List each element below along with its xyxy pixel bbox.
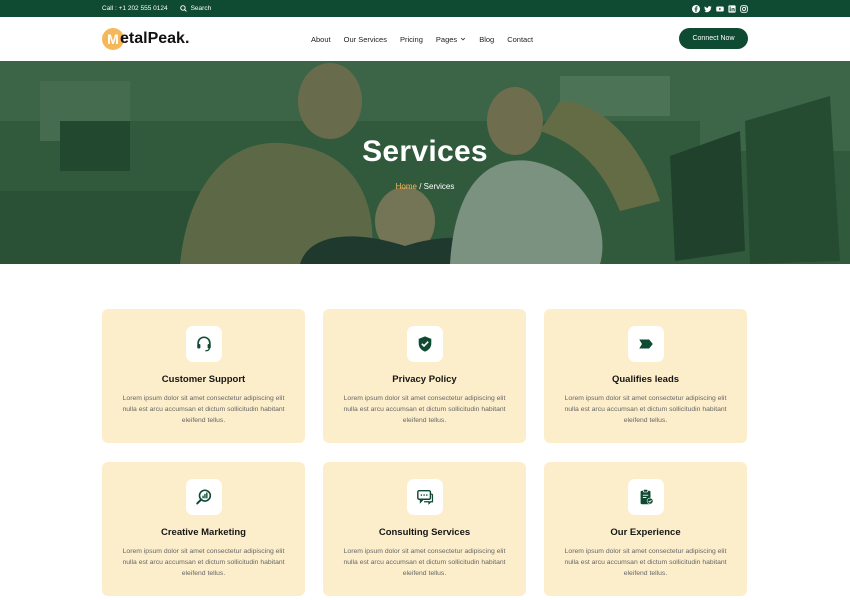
service-icon-box — [407, 326, 443, 362]
connect-now-button[interactable]: Connect Now — [679, 28, 748, 49]
service-description: Lorem ipsum dolor sit amet consectetur a… — [564, 395, 727, 424]
chat-bubbles-icon — [417, 489, 434, 505]
nav-pages[interactable]: Pages — [436, 35, 466, 44]
service-description: Lorem ipsum dolor sit amet consectetur a… — [122, 395, 285, 424]
service-title: Our Experience — [610, 527, 681, 538]
service-card[interactable]: Qualifies leads Lorem ipsum dolor sit am… — [544, 309, 747, 443]
site-header: M etalPeak. About Our Services Pricing P… — [0, 17, 850, 61]
search-label: Search — [190, 5, 212, 12]
phone-contact[interactable]: Call : +1 202 555 0124 — [102, 5, 168, 12]
youtube-icon[interactable] — [716, 5, 724, 13]
nav-about[interactable]: About — [311, 35, 331, 44]
page-title: Services — [362, 135, 488, 168]
service-card[interactable]: Customer Support Lorem ipsum dolor sit a… — [102, 309, 305, 443]
nav-blog[interactable]: Blog — [479, 35, 494, 44]
breadcrumb-separator: / — [416, 182, 424, 191]
service-title: Privacy Policy — [392, 374, 457, 385]
service-title: Customer Support — [161, 374, 246, 385]
magnifier-chart-icon — [196, 489, 212, 505]
service-title: Qualifies leads — [611, 374, 680, 385]
breadcrumb-current: Services — [423, 182, 455, 191]
social-links — [692, 0, 748, 17]
nav-pages-label: Pages — [435, 34, 458, 44]
headset-icon — [197, 336, 211, 352]
service-title: Creative Marketing — [160, 527, 246, 538]
breadcrumb: Home / Services — [0, 182, 850, 191]
service-card[interactable]: Consulting Services Lorem ipsum dolor si… — [323, 462, 526, 596]
page-hero: Services Home / Services — [0, 61, 850, 264]
logo-text: etalPeak. — [120, 30, 190, 47]
service-title: Consulting Services — [378, 527, 471, 538]
service-description: Lorem ipsum dolor sit amet consectetur a… — [343, 548, 506, 577]
service-icon-box — [186, 479, 222, 515]
clipboard-check-icon — [640, 488, 654, 505]
site-logo[interactable]: M etalPeak. — [102, 27, 189, 51]
service-card[interactable]: Creative Marketing Lorem ipsum dolor sit… — [102, 462, 305, 596]
nav-contact[interactable]: Contact — [507, 35, 533, 44]
nav-our-services[interactable]: Our Services — [344, 35, 387, 44]
service-description: Lorem ipsum dolor sit amet consectetur a… — [564, 548, 727, 577]
facebook-icon[interactable] — [692, 4, 700, 13]
search-icon — [179, 5, 187, 12]
service-description: Lorem ipsum dolor sit amet consectetur a… — [122, 548, 285, 577]
main-nav: About Our Services Pricing Pages Blog Co… — [311, 17, 533, 61]
shield-check-icon — [418, 336, 432, 352]
nav-pricing[interactable]: Pricing — [400, 35, 423, 44]
service-description: Lorem ipsum dolor sit amet consectetur a… — [343, 395, 506, 424]
instagram-icon[interactable] — [740, 4, 748, 13]
twitter-icon[interactable] — [704, 5, 712, 13]
service-card[interactable]: Our Experience Lorem ipsum dolor sit ame… — [544, 462, 747, 596]
service-icon-box — [186, 326, 222, 362]
top-bar: Call : +1 202 555 0124 Search — [0, 0, 850, 17]
service-card[interactable]: Privacy Policy Lorem ipsum dolor sit ame… — [323, 309, 526, 443]
linkedin-icon[interactable] — [728, 4, 736, 13]
chevron-down-icon — [461, 37, 466, 41]
service-icon-box — [628, 479, 664, 515]
service-icon-box — [407, 479, 443, 515]
tag-arrow-icon — [639, 339, 653, 349]
breadcrumb-home[interactable]: Home — [396, 182, 417, 191]
service-icon-box — [628, 326, 664, 362]
search-link[interactable]: Search — [179, 5, 212, 12]
